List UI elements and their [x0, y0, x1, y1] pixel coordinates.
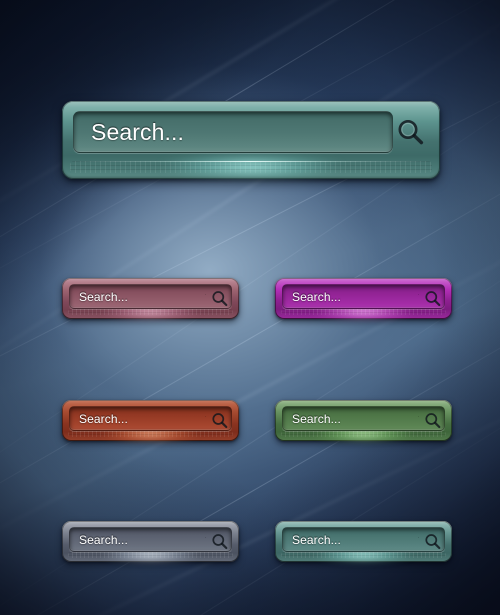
search-bar-teal[interactable]: Search...: [275, 521, 452, 562]
search-bar-large-teal[interactable]: Search...: [62, 101, 440, 179]
icon-divider: [418, 294, 419, 295]
icon-divider: [418, 416, 419, 417]
search-input[interactable]: Search...: [282, 406, 445, 431]
search-input[interactable]: Search...: [282, 284, 445, 309]
search-input[interactable]: Search...: [282, 527, 445, 552]
search-bar-rust[interactable]: Search...: [62, 400, 239, 441]
search-input-placeholder: Search...: [292, 532, 341, 547]
search-input[interactable]: Search...: [69, 284, 232, 309]
search-bar-gallery: Search... Search... Search... Search... …: [0, 0, 500, 615]
search-bar-magenta[interactable]: Search...: [275, 278, 452, 319]
icon-divider: [205, 416, 206, 417]
bar-highlight-line: [70, 161, 432, 162]
search-input-placeholder: Search...: [91, 118, 184, 145]
search-input[interactable]: Search...: [69, 527, 232, 552]
search-input[interactable]: Search...: [69, 406, 232, 431]
icon-divider: [205, 537, 206, 538]
search-input-placeholder: Search...: [79, 289, 128, 304]
search-bar-rose[interactable]: Search...: [62, 278, 239, 319]
search-input-placeholder: Search...: [292, 289, 341, 304]
search-input-placeholder: Search...: [79, 532, 128, 547]
search-input-placeholder: Search...: [79, 411, 128, 426]
search-input-placeholder: Search...: [292, 411, 341, 426]
icon-divider: [205, 294, 206, 295]
icon-divider: [418, 537, 419, 538]
search-bar-green[interactable]: Search...: [275, 400, 452, 441]
search-input[interactable]: Search...: [73, 111, 393, 153]
search-bar-silver[interactable]: Search...: [62, 521, 239, 562]
